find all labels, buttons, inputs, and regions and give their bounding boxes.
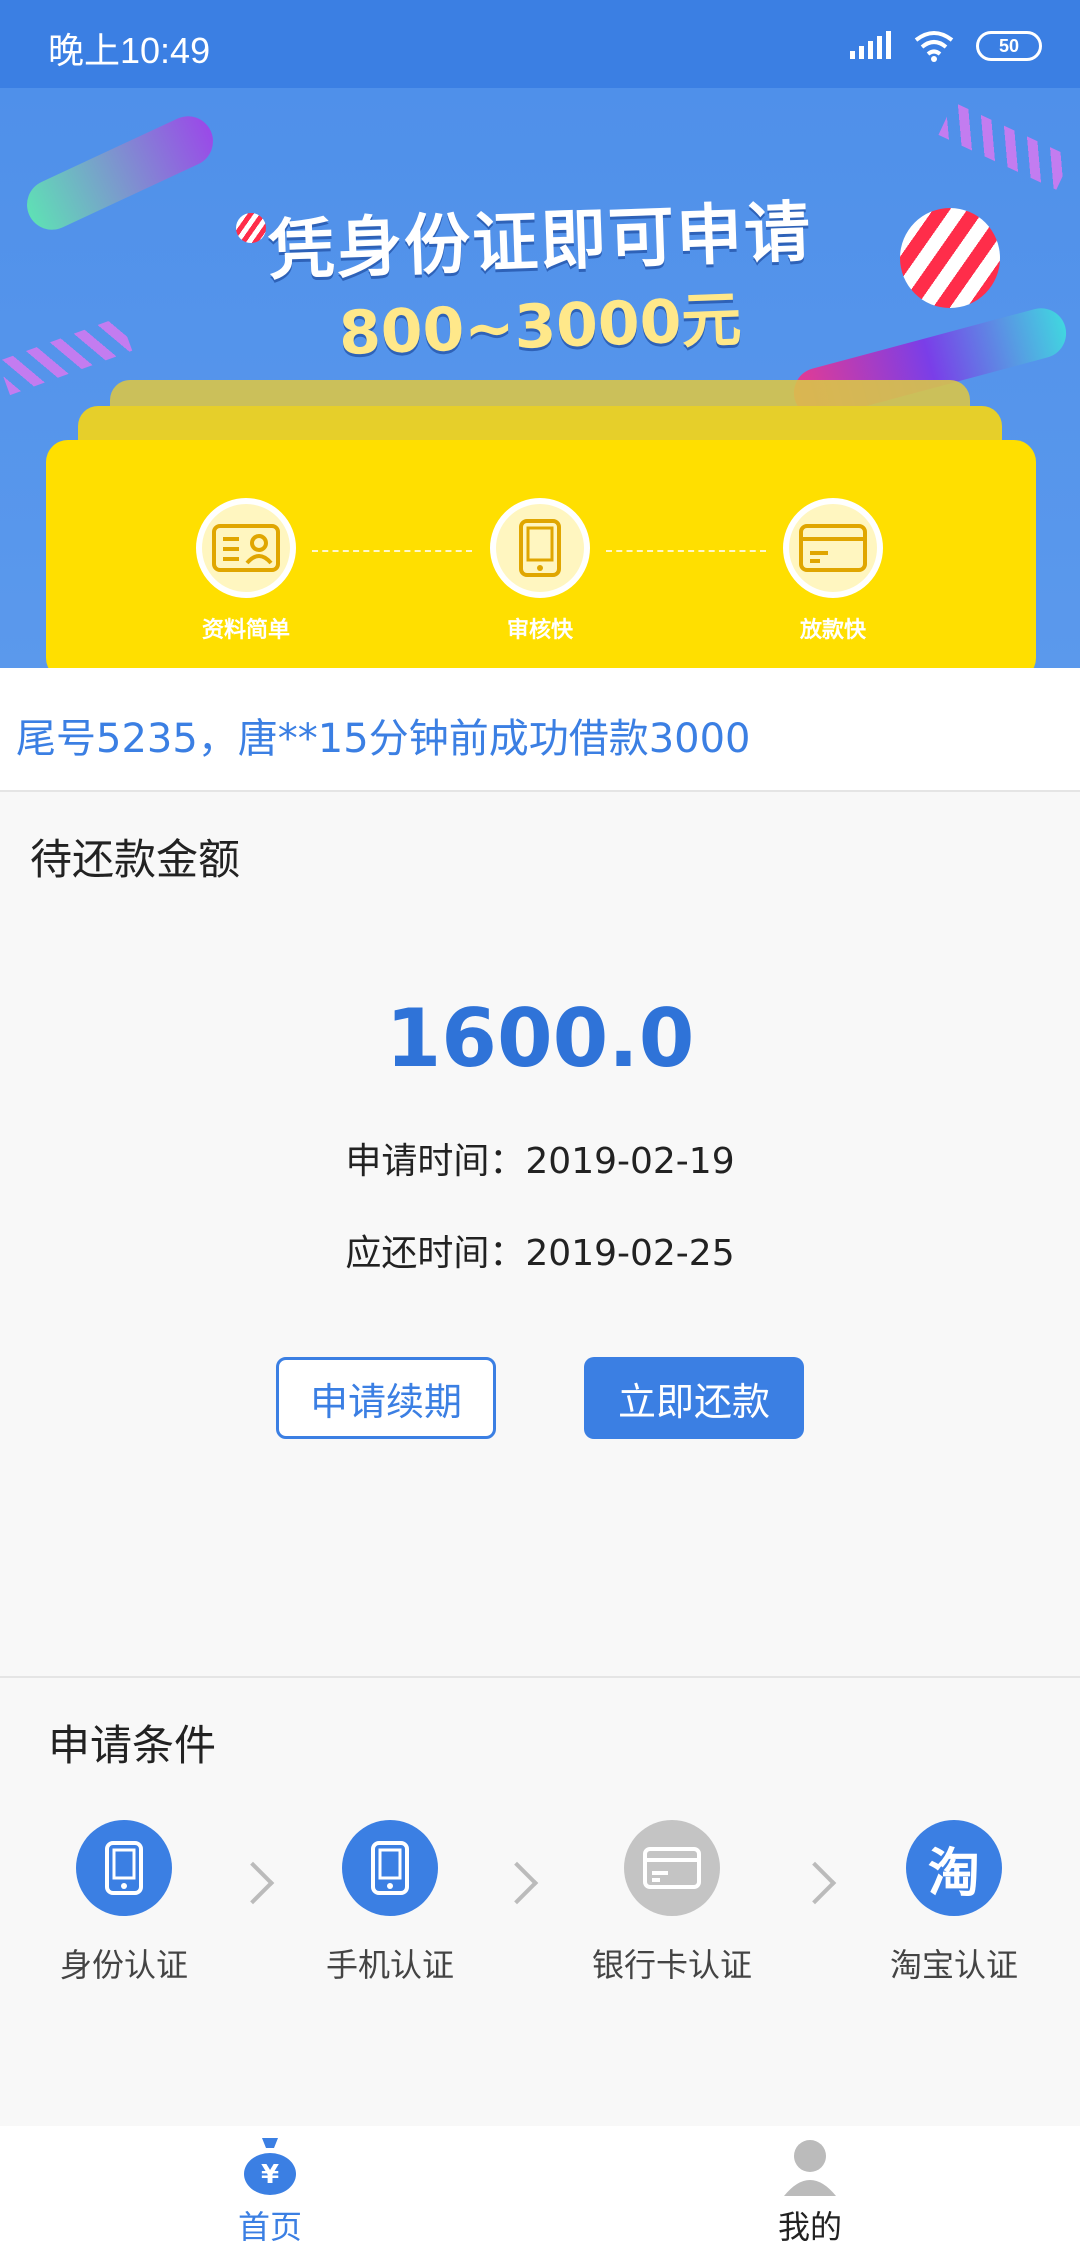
step-label: 放款快 <box>799 618 866 643</box>
nav-mine-label: 我的 <box>777 2208 842 2246</box>
repayment-title: 待还款金额 <box>30 835 241 884</box>
chevron-right-icon <box>231 1861 275 1905</box>
banner-step-simple: 资料简单 <box>161 498 331 644</box>
chevron-right-icon <box>793 1861 837 1905</box>
condition-label: 银行卡认证 <box>591 1946 752 1984</box>
bottom-nav: ¥ 首页 我的 <box>0 2126 1080 2248</box>
status-icons: 50 <box>848 28 1042 64</box>
taobao-icon: 淘 <box>906 1820 1002 1916</box>
user-icon <box>780 2134 840 2196</box>
svg-text:¥: ¥ <box>261 2160 279 2190</box>
renew-button[interactable]: 申请续期 <box>276 1357 496 1439</box>
phone-icon <box>342 1820 438 1916</box>
condition-taobao-auth[interactable]: 淘 淘宝认证 <box>882 1820 1026 1986</box>
condition-label: 手机认证 <box>325 1946 454 1984</box>
step-connector <box>606 550 766 552</box>
step-connector <box>312 550 472 552</box>
promo-banner[interactable]: 凭身份证即可申请 800~3000元 资料简单 审核快 放款快 <box>0 88 1080 668</box>
step-label: 审核快 <box>506 618 573 643</box>
loan-ticker: 尾号5235，唐**15分钟前成功借款3000 <box>0 668 1080 792</box>
condition-bank-auth[interactable]: 银行卡认证 <box>586 1820 758 1986</box>
status-bar: 晚上10:49 50 <box>0 0 1080 88</box>
bank-card-icon <box>624 1820 720 1916</box>
ticker-text: 尾号5235，唐**15分钟前成功借款3000 <box>16 716 751 762</box>
taobao-glyph: 淘 <box>927 1843 980 1904</box>
conditions-title: 申请条件 <box>48 1721 217 1770</box>
id-card-icon <box>196 498 296 598</box>
repay-now-button[interactable]: 立即还款 <box>584 1357 804 1439</box>
phone-icon <box>490 498 590 598</box>
phone-icon <box>76 1820 172 1916</box>
battery-level: 50 <box>998 35 1020 56</box>
condition-id-auth[interactable]: 身份认证 <box>52 1820 196 1986</box>
conditions-section: 申请条件 身份认证 手机认证 银行卡认证 淘 淘宝认证 <box>0 1678 1080 2126</box>
bank-card-icon <box>783 498 883 598</box>
chevron-right-icon <box>495 1861 539 1905</box>
nav-home-label: 首页 <box>237 2208 302 2246</box>
condition-label: 身份认证 <box>59 1946 188 1984</box>
repayment-amount: 1600.0 <box>385 992 695 1085</box>
nav-mine[interactable]: 我的 <box>710 2126 910 2248</box>
battery-icon: 50 <box>976 31 1042 61</box>
nav-home[interactable]: ¥ 首页 <box>170 2126 370 2248</box>
status-time: 晚上10:49 <box>48 30 211 71</box>
banner-step-payout: 放款快 <box>748 498 918 644</box>
signal-icon <box>850 31 891 59</box>
due-date: 应还时间：2019-02-25 <box>345 1233 735 1274</box>
condition-label: 淘宝认证 <box>889 1946 1018 1984</box>
wifi-icon <box>914 31 954 62</box>
repayment-section: 待还款金额 1600.0 申请时间：2019-02-19 应还时间：2019-0… <box>0 792 1080 1678</box>
money-bag-icon: ¥ <box>240 2134 300 2196</box>
apply-date: 申请时间：2019-02-19 <box>345 1141 735 1182</box>
step-label: 资料简单 <box>201 618 290 643</box>
condition-phone-auth[interactable]: 手机认证 <box>318 1820 462 1986</box>
banner-step-review: 审核快 <box>455 498 625 644</box>
